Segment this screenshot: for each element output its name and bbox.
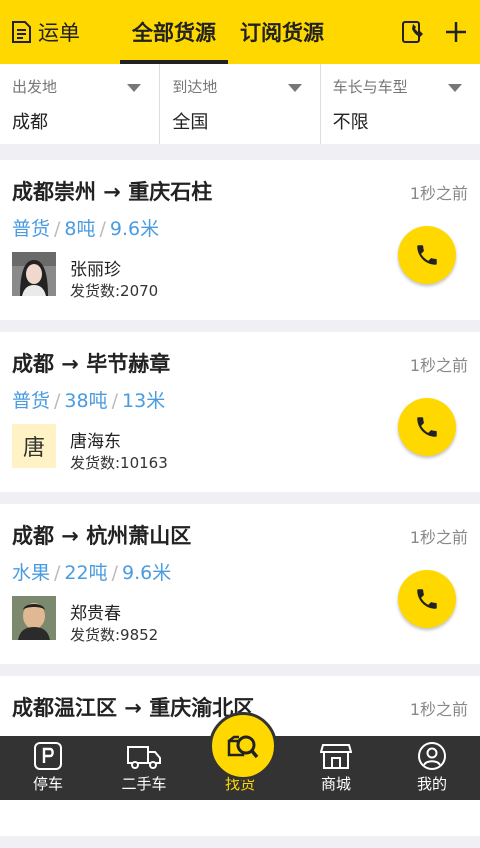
filter-vehicle-label: 车长与车型	[332, 78, 408, 96]
cargo-length: 9.6米	[109, 218, 160, 240]
cargo-route: 成都崇州 → 重庆石柱	[12, 180, 213, 204]
chevron-down-icon	[127, 84, 142, 92]
waybill-icon	[12, 21, 31, 43]
nav-parking[interactable]: 停车	[0, 736, 96, 800]
cargo-time: 1秒之前	[409, 528, 468, 547]
cargo-type: 水果	[12, 562, 51, 584]
filter-vehicle[interactable]: 车长与车型 不限	[321, 64, 480, 144]
cargo-length: 9.6米	[122, 562, 172, 584]
phone-icon	[417, 245, 437, 265]
call-button[interactable]	[398, 398, 456, 456]
top-bar: 运单 全部货源 订阅货源	[0, 0, 480, 64]
shipper-name: 郑贵春	[70, 604, 121, 624]
cargo-specs: 普货/8吨/9.6米	[12, 218, 160, 240]
cargo-route: 成都 → 毕节赫章	[12, 352, 171, 376]
filter-bar: 出发地 成都 到达地 全国 车长与车型 不限	[0, 64, 480, 144]
avatar[interactable]	[12, 252, 56, 296]
shipment-count: 发货数:10163	[70, 454, 168, 472]
shipper-name: 张丽珍	[70, 260, 121, 280]
filter-destination-value: 全国	[172, 112, 209, 133]
cargo-specs: 普货/38吨/13米	[12, 390, 166, 412]
nav-used-trucks[interactable]: 二手车	[96, 736, 192, 800]
chevron-down-icon	[447, 84, 462, 92]
filter-destination-label: 到达地	[172, 78, 218, 96]
cargo-type: 普货	[12, 390, 51, 412]
cargo-card[interactable]: 成都崇州 → 重庆石柱 1秒之前 普货/8吨/9.6米 张丽珍 发货数:2070	[0, 160, 480, 320]
nav-profile-label: 我的	[416, 775, 447, 793]
cargo-route: 成都温江区 → 重庆渝北区	[12, 696, 255, 720]
call-button[interactable]	[398, 226, 456, 284]
filter-destination[interactable]: 到达地 全国	[160, 64, 321, 144]
call-button[interactable]	[398, 570, 456, 628]
filter-origin-value: 成都	[12, 112, 48, 133]
cargo-length: 13米	[122, 390, 166, 412]
find-cargo-icon	[227, 735, 259, 759]
nav-store-label: 商城	[320, 775, 351, 793]
cargo-time: 1秒之前	[409, 184, 468, 203]
filter-vehicle-value: 不限	[332, 112, 369, 133]
cargo-weight: 22吨	[64, 562, 108, 584]
store-icon	[320, 744, 352, 769]
nav-used-trucks-label: 二手车	[121, 775, 167, 793]
nav-profile[interactable]: 我的	[384, 736, 480, 800]
truck-icon	[127, 746, 161, 769]
shipment-count: 发货数:9852	[70, 626, 159, 644]
shipper-name: 唐海东	[70, 432, 121, 452]
add-icon[interactable]	[444, 20, 468, 44]
cargo-type: 普货	[12, 218, 51, 240]
call-list-icon[interactable]	[400, 19, 426, 45]
nav-parking-label: 停车	[32, 775, 63, 793]
find-cargo-button[interactable]	[209, 712, 277, 780]
cargo-card[interactable]: 成都 → 毕节赫章 1秒之前 普货/38吨/13米 唐 唐海东 发货数:1016…	[0, 332, 480, 492]
nav-store[interactable]: 商城	[288, 736, 384, 800]
avatar-photo	[12, 596, 56, 640]
cargo-route: 成都 → 杭州萧山区	[12, 524, 192, 548]
cargo-time: 1秒之前	[409, 700, 468, 719]
tab-subscribed-cargo[interactable]: 订阅货源	[228, 0, 336, 64]
cargo-weight: 38吨	[64, 390, 108, 412]
phone-icon	[417, 589, 437, 609]
tab-all-cargo[interactable]: 全部货源	[120, 0, 228, 64]
waybill-label: 运单	[38, 21, 80, 45]
avatar-photo	[12, 252, 56, 296]
avatar[interactable]: 唐	[12, 424, 56, 468]
avatar[interactable]	[12, 596, 56, 640]
shipment-count: 发货数:2070	[70, 282, 159, 300]
cargo-weight: 8吨	[64, 218, 96, 240]
chevron-down-icon	[287, 84, 302, 92]
cargo-card[interactable]: 成都 → 杭州萧山区 1秒之前 水果/22吨/9.6米 郑贵春 发货数:9852	[0, 504, 480, 664]
profile-icon	[418, 742, 446, 770]
filter-origin-label: 出发地	[12, 78, 58, 96]
filter-origin[interactable]: 出发地 成都	[0, 64, 161, 144]
waybill-button[interactable]: 运单	[10, 0, 80, 64]
cargo-specs: 水果/22吨/9.6米	[12, 562, 172, 584]
cargo-time: 1秒之前	[409, 356, 468, 375]
parking-icon	[34, 742, 62, 770]
phone-icon	[417, 417, 437, 437]
